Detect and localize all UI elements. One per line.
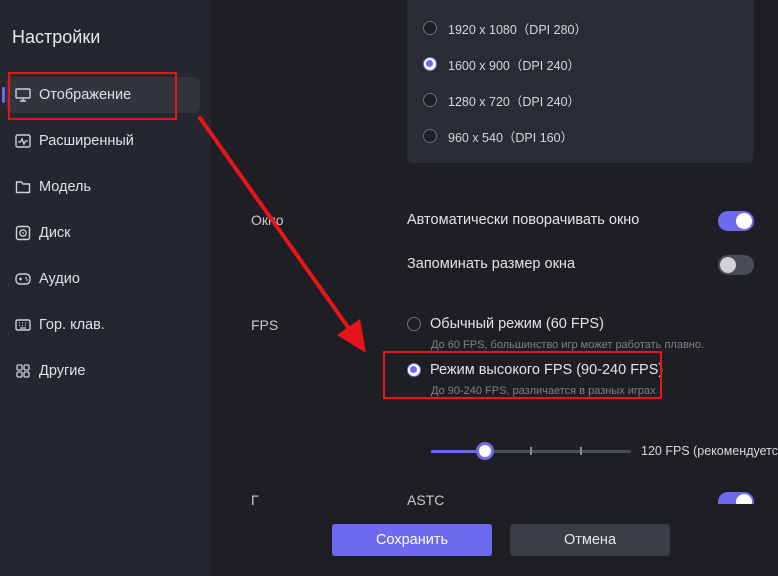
sidebar-item-label: Другие [39,363,86,379]
sidebar-title: Настройки [12,27,101,47]
sidebar-item-audio[interactable]: Аудио [6,261,200,297]
toggle-knob [736,494,752,504]
monitor-icon [14,86,32,104]
fps-slider[interactable] [431,442,631,460]
slider-thumb[interactable] [476,442,494,460]
resolution-option-1600[interactable]: 1600 x 900（DPI 240） [423,54,580,74]
resolution-label: 1280 x 720（DPI 240） [448,94,581,109]
sidebar-item-label: Диск [39,225,71,241]
toggle-knob [736,213,752,229]
sidebar-item-other[interactable]: Другие [6,353,200,389]
fps-section-label: FPS [251,317,279,333]
partial-toggle[interactable] [718,492,754,504]
remember-size-toggle[interactable] [718,255,754,275]
auto-rotate-toggle[interactable] [718,211,754,231]
sidebar: Настройки Отображение Расширенный Модель… [0,0,211,576]
fps-normal-description: До 60 FPS, большинство игр может работат… [431,339,705,351]
sidebar-item-model[interactable]: Модель [6,169,200,205]
resolution-label: 1600 x 900（DPI 240） [448,58,581,73]
sidebar-item-display[interactable]: Отображение [6,77,200,113]
radio-button-selected[interactable] [407,363,421,377]
sidebar-item-label: Модель [39,179,92,195]
sidebar-item-hotkeys[interactable]: Гор. клав. [6,307,200,343]
activity-icon [14,132,32,150]
sidebar-item-advanced[interactable]: Расширенный [6,123,200,159]
radio-button-selected[interactable] [423,57,437,71]
keyboard-icon [14,316,32,334]
sidebar-item-label: Отображение [39,87,132,103]
save-button[interactable]: Сохранить [332,524,492,556]
toggle-knob [720,257,736,273]
resolution-option-1920[interactable]: 1920 x 1080（DPI 280） [423,18,587,38]
slider-tick [580,447,582,455]
sidebar-item-disk[interactable]: Диск [6,215,200,251]
fps-normal-option[interactable]: Обычный режим (60 FPS) [407,316,604,332]
fps-high-label: Режим высокого FPS (90-240 FPS) [430,362,664,378]
resolution-option-960[interactable]: 960 x 540（DPI 160） [423,126,573,146]
fps-slider-value: 120 FPS (рекомендуется) [641,444,778,458]
remember-size-label: Запоминать размер окна [407,256,576,272]
fps-high-description: До 90-240 FPS, различается в разных игра… [431,385,656,397]
radio-button[interactable] [423,93,437,107]
auto-rotate-label: Автоматически поворачивать окно [407,212,640,228]
active-indicator [2,87,5,103]
sidebar-item-label: Аудио [39,271,80,287]
fps-high-option[interactable]: Режим высокого FPS (90-240 FPS) [407,362,663,378]
fps-normal-label: Обычный режим (60 FPS) [430,316,604,332]
folder-icon [14,178,32,196]
radio-button[interactable] [423,21,437,35]
sidebar-item-label: Расширенный [39,133,134,149]
cancel-button[interactable]: Отмена [510,524,670,556]
disk-icon [14,224,32,242]
grid-icon [14,362,32,380]
radio-button[interactable] [423,129,437,143]
dialog-footer: Сохранить Отмена [211,505,778,576]
resolution-label: 960 x 540（DPI 160） [448,130,574,145]
settings-content: 1920 x 1080（DPI 280） 1600 x 900（DPI 240）… [211,0,778,576]
resolution-panel: 1920 x 1080（DPI 280） 1600 x 900（DPI 240）… [407,0,754,163]
resolution-label: 1920 x 1080（DPI 280） [448,22,587,37]
resolution-option-1280[interactable]: 1280 x 720（DPI 240） [423,90,580,110]
gamepad-icon [14,270,32,288]
window-section-label: Окно [251,212,284,228]
slider-tick [530,447,532,455]
sidebar-item-label: Гор. клав. [39,317,105,333]
radio-button[interactable] [407,317,421,331]
